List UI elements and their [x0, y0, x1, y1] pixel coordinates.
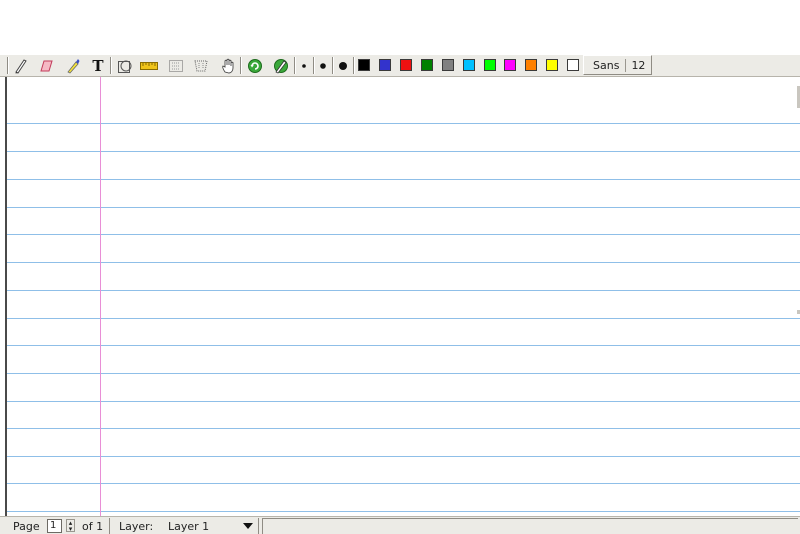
ruled-line	[7, 456, 800, 457]
pencil-tool-button[interactable]	[11, 55, 29, 76]
font-button[interactable]: Sans 12	[583, 55, 652, 75]
page-count: of 1	[82, 520, 104, 533]
ruler-icon	[140, 61, 158, 71]
text-tool-button[interactable]: T	[90, 55, 106, 76]
font-name: Sans	[593, 58, 620, 72]
ruled-line	[7, 207, 800, 208]
thick-dot-icon	[338, 61, 348, 71]
color-yellow-button[interactable]	[546, 59, 558, 71]
default-tool-button[interactable]	[271, 55, 291, 76]
refresh-pen-icon	[247, 58, 263, 74]
color-light-green-button[interactable]	[484, 59, 496, 71]
thin-dot-icon	[301, 63, 307, 69]
select-rectangle-icon	[168, 59, 184, 73]
ruled-line	[7, 511, 800, 512]
ruled-line	[7, 290, 800, 291]
toolbar-separator	[110, 57, 112, 74]
select-region-button[interactable]	[192, 55, 210, 76]
ruler-button[interactable]	[139, 55, 159, 76]
color-green-button[interactable]	[421, 59, 433, 71]
toolbar-separator	[294, 57, 296, 74]
highlighter-tool-button[interactable]	[64, 55, 82, 76]
text-icon: T	[92, 56, 104, 75]
layer-select-value: Layer 1	[168, 520, 210, 533]
status-message-area	[262, 518, 798, 534]
medium-dot-icon	[319, 62, 327, 70]
layer-dropdown-button[interactable]	[241, 519, 255, 532]
eraser-tool-button[interactable]	[37, 55, 55, 76]
thickness-thin-button[interactable]	[298, 55, 310, 76]
ruled-line	[7, 373, 800, 374]
toolbar-separator	[353, 57, 355, 74]
ruled-line	[7, 234, 800, 235]
ruled-line	[7, 262, 800, 263]
pencil-icon	[13, 58, 27, 74]
ruled-line	[7, 179, 800, 180]
highlighter-icon	[66, 58, 80, 74]
page-spinner[interactable]: ▴ ▾	[66, 519, 75, 533]
margin-line	[100, 77, 101, 516]
ruled-line	[7, 318, 800, 319]
eraser-icon	[38, 59, 54, 73]
ruled-line	[7, 401, 800, 402]
thickness-thick-button[interactable]	[336, 55, 350, 76]
toolbar-separator	[332, 57, 334, 74]
ruled-line	[7, 151, 800, 152]
color-magenta-button[interactable]	[504, 59, 516, 71]
toolbar-separator	[7, 57, 9, 74]
select-region-icon	[193, 59, 209, 73]
toolbar: T Sans 12	[0, 55, 800, 77]
hand-icon	[221, 58, 235, 74]
ruled-line	[7, 345, 800, 346]
status-separator	[258, 518, 259, 534]
toolbar-separator	[240, 57, 242, 74]
page-canvas[interactable]	[5, 77, 800, 516]
page-number-input[interactable]: 1	[47, 519, 62, 533]
hand-tool-button[interactable]	[219, 55, 237, 76]
thickness-medium-button[interactable]	[317, 55, 329, 76]
color-gray-button[interactable]	[442, 59, 454, 71]
ruled-line	[7, 123, 800, 124]
toolbar-separator	[313, 57, 315, 74]
status-separator	[109, 518, 110, 534]
default-pen-button[interactable]	[245, 55, 265, 76]
color-black-button[interactable]	[358, 59, 370, 71]
ruled-line	[7, 428, 800, 429]
color-orange-button[interactable]	[525, 59, 537, 71]
page-label: Page	[13, 520, 40, 533]
select-rectangle-button[interactable]	[167, 55, 185, 76]
shape-recognizer-button[interactable]	[115, 55, 135, 76]
font-size: 12	[631, 58, 646, 72]
spinner-down-icon: ▾	[68, 525, 73, 533]
color-red-button[interactable]	[400, 59, 412, 71]
pen-refresh-icon	[272, 58, 290, 74]
color-blue-button[interactable]	[379, 59, 391, 71]
color-light-blue-button[interactable]	[463, 59, 475, 71]
status-bar: Page 1 ▴ ▾ of 1 Layer: Layer 1	[0, 516, 800, 534]
layer-label: Layer:	[119, 520, 154, 533]
color-white-button[interactable]	[567, 59, 579, 71]
ruled-line	[7, 483, 800, 484]
shape-recognizer-icon	[117, 58, 133, 74]
chevron-down-icon	[243, 519, 253, 532]
